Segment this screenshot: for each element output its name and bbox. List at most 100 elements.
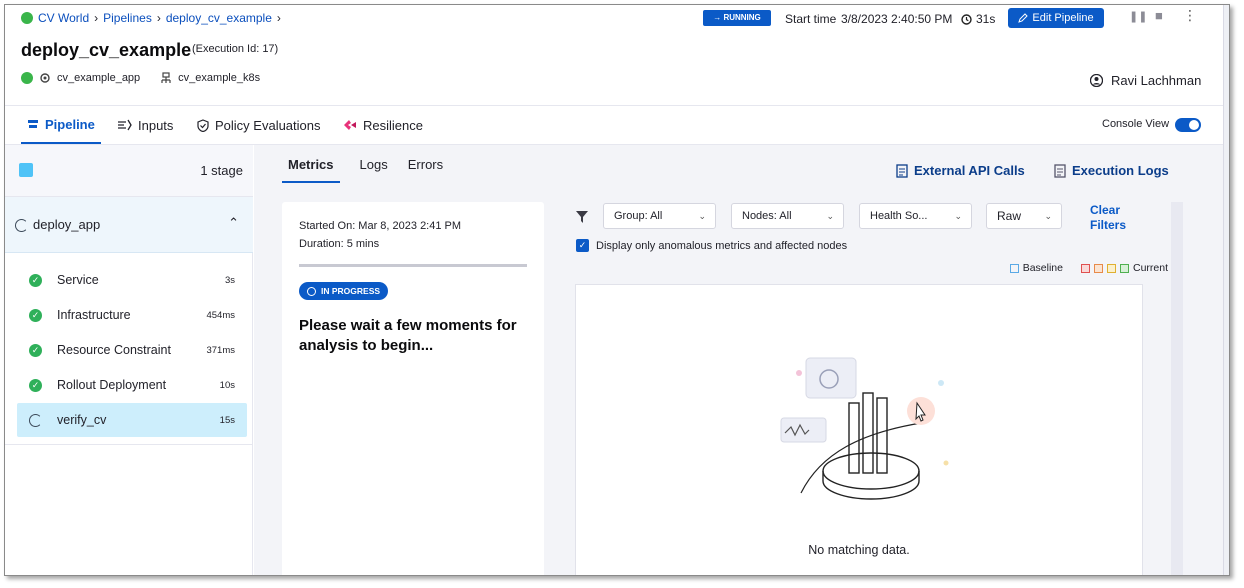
page-title: deploy_cv_example (21, 40, 192, 60)
edit-pipeline-label: Edit Pipeline (1032, 12, 1094, 24)
breadcrumb-root[interactable]: CV World (38, 11, 89, 25)
view-mode-value: Raw (997, 209, 1022, 223)
health-source-value: Health So... (870, 210, 928, 222)
user-name: Ravi Lachhman (1111, 73, 1202, 88)
execution-logs-label: Execution Logs (1072, 163, 1169, 178)
success-check-icon: ✓ (29, 308, 42, 322)
environment-name: cv_example_k8s (178, 72, 261, 84)
stage-name: deploy_app (33, 217, 101, 232)
tab-inputs[interactable]: Inputs (117, 106, 173, 144)
step-duration: 454ms (206, 309, 235, 321)
step-name: Infrastructure (57, 308, 131, 322)
tab-metrics[interactable]: Metrics (282, 157, 340, 183)
inputs-icon (118, 119, 132, 131)
metrics-scrollbar[interactable] (1171, 202, 1183, 575)
tab-resilience[interactable]: Resilience (343, 106, 423, 144)
current-swatch-green (1119, 263, 1129, 273)
anomalous-only-checkbox[interactable]: ✓ (576, 239, 589, 252)
breadcrumb-current[interactable]: deploy_cv_example (166, 11, 272, 25)
chevron-down-icon: ⌄ (826, 211, 834, 221)
step-name: Service (57, 273, 99, 287)
tab-policy-label: Policy Evaluations (215, 117, 321, 133)
external-api-calls-label: External API Calls (914, 163, 1025, 178)
console-view-toggle[interactable] (1175, 118, 1201, 132)
group-dropdown-value: Group: All (614, 210, 663, 222)
tab-pipeline-label: Pipeline (45, 116, 95, 132)
stage-count: 1 stage (200, 163, 243, 178)
step-infrastructure[interactable]: ✓ Infrastructure 454ms (17, 298, 247, 332)
document-icon (896, 163, 908, 178)
start-time-value: 3/8/2023 2:40:50 PM (841, 12, 953, 26)
chevron-right-icon: › (276, 11, 281, 25)
start-time-label: Start time (785, 12, 837, 26)
baseline-label: Baseline (1022, 262, 1063, 274)
success-check-icon: ✓ (29, 273, 42, 287)
step-duration: 15s (219, 414, 235, 426)
view-mode-dropdown[interactable]: Raw ⌄ (986, 203, 1062, 229)
success-check-icon: ✓ (29, 343, 42, 357)
chart-legend: Baseline Current (1009, 262, 1168, 274)
verification-panel: Metrics Logs Errors External API Calls E… (254, 145, 1223, 575)
chevron-down-icon: ⌄ (1044, 211, 1052, 221)
tab-resilience-label: Resilience (363, 117, 423, 133)
cv-world-icon (21, 12, 33, 24)
step-rollout-deployment[interactable]: ✓ Rollout Deployment 10s (17, 368, 247, 402)
filter-icon (576, 211, 588, 223)
no-matching-data-message: No matching data. (808, 543, 910, 557)
nodes-dropdown[interactable]: Nodes: All ⌄ (731, 203, 844, 229)
page-header: CV World › Pipelines › deploy_cv_example… (5, 5, 1223, 105)
app-window: CV World › Pipelines › deploy_cv_example… (4, 4, 1230, 576)
health-source-dropdown[interactable]: Health So... ⌄ (859, 203, 972, 229)
metrics-area: Group: All ⌄ Nodes: All ⌄ Health So... ⌄… (572, 202, 1168, 575)
status-badge: → RUNNING (703, 10, 771, 26)
page-scrollbar[interactable] (1223, 5, 1229, 575)
more-options-icon[interactable]: ⋮ (1183, 7, 1197, 24)
tab-policy-evaluations[interactable]: Policy Evaluations (197, 106, 321, 144)
chevron-down-icon: ⌄ (698, 211, 706, 221)
execution-meta: cv_example_app cv_example_k8s (21, 72, 280, 84)
edit-pipeline-button[interactable]: Edit Pipeline (1008, 8, 1104, 28)
step-verify-cv[interactable]: verify_cv 15s (17, 403, 247, 437)
gear-icon (40, 73, 50, 83)
resilience-icon (344, 120, 356, 130)
tab-inputs-label: Inputs (138, 117, 174, 133)
service-meta: cv_example_app (21, 72, 140, 84)
tab-pipeline[interactable]: Pipeline (21, 106, 101, 144)
user-avatar-icon (1090, 74, 1103, 87)
step-duration: 10s (219, 379, 235, 391)
tab-errors[interactable]: Errors (408, 157, 443, 183)
clock-icon (961, 13, 972, 25)
anomalous-only-label: Display only anomalous metrics and affec… (596, 239, 848, 252)
step-service[interactable]: ✓ Service 3s (17, 263, 247, 297)
pencil-icon (1018, 13, 1029, 23)
pause-icon[interactable]: ❚❚ (1129, 10, 1147, 23)
stop-icon[interactable]: ■ (1155, 8, 1163, 23)
infrastructure-icon (161, 72, 171, 83)
document-icon (1054, 163, 1066, 178)
environment-meta: cv_example_k8s (160, 72, 260, 84)
clear-filters-link[interactable]: Clear Filters (1090, 203, 1150, 233)
user-info[interactable]: Ravi Lachhman (1090, 73, 1201, 88)
execution-logs-link[interactable]: Execution Logs (1054, 163, 1169, 178)
breadcrumb: CV World › Pipelines › deploy_cv_example… (21, 11, 281, 25)
step-duration: 3s (224, 274, 235, 286)
step-resource-constraint[interactable]: ✓ Resource Constraint 371ms (17, 333, 247, 367)
service-logo-icon (21, 72, 33, 84)
tab-logs[interactable]: Logs (360, 157, 388, 183)
console-view-label: Console View (1102, 118, 1170, 130)
clock-icon (307, 286, 316, 296)
breadcrumb-pipelines[interactable]: Pipelines (103, 11, 152, 25)
empty-state-illustration (780, 357, 949, 500)
stage-deploy-app[interactable]: deploy_app ⌃ (5, 197, 253, 253)
external-api-calls-link[interactable]: External API Calls (896, 163, 1025, 178)
in-progress-label: IN PROGRESS (321, 286, 381, 296)
chevron-up-icon[interactable]: ⌃ (228, 215, 239, 231)
pipeline-icon (28, 117, 38, 131)
current-swatch-orange (1093, 263, 1103, 273)
chevron-right-icon: › (156, 11, 161, 25)
current-swatch-red (1080, 263, 1090, 273)
stage-type-icon (19, 163, 33, 177)
success-check-icon: ✓ (29, 378, 42, 392)
group-dropdown[interactable]: Group: All ⌄ (603, 203, 716, 229)
progress-bar (299, 264, 527, 267)
